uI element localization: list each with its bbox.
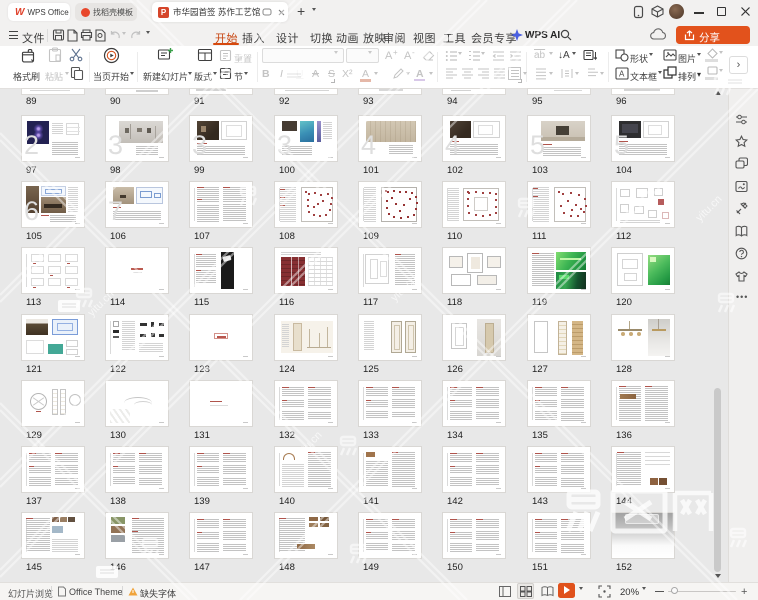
svg-text:A: A bbox=[619, 70, 625, 79]
